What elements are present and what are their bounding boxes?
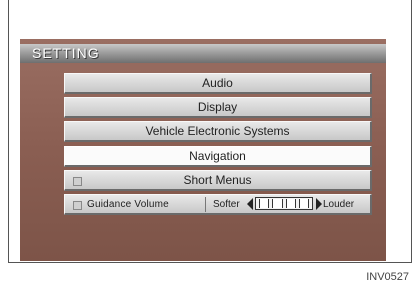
vehicle-electronic-systems-button[interactable]: Vehicle Electronic Systems (64, 121, 372, 142)
softer-label: Softer (213, 199, 240, 210)
short-menus-label: Short Menus (183, 173, 252, 187)
navigation-button[interactable]: Navigation (64, 146, 372, 167)
display-button[interactable]: Display (64, 97, 372, 118)
guidance-volume-row: Guidance Volume Softer Louder (64, 194, 372, 215)
title-bar: SETTING (20, 44, 386, 63)
divider (205, 197, 206, 212)
guidance-volume-label: Guidance Volume (87, 199, 169, 210)
volume-slider[interactable] (255, 197, 313, 210)
figure-caption: INV0527 (366, 271, 409, 283)
slider-segment (298, 199, 309, 208)
guidance-volume-checkbox[interactable] (73, 201, 82, 210)
volume-increase-arrow-icon[interactable] (316, 198, 322, 210)
screen-title: SETTING (32, 45, 100, 61)
short-menus-checkbox[interactable] (73, 177, 82, 186)
slider-segment (285, 199, 296, 208)
volume-decrease-arrow-icon[interactable] (247, 198, 253, 210)
louder-label: Louder (323, 199, 355, 210)
slider-segment (272, 199, 283, 208)
slider-segment (259, 199, 270, 208)
setting-screen: SETTING Audio Display Vehicle Electronic… (20, 39, 386, 261)
audio-button[interactable]: Audio (64, 73, 372, 94)
short-menus-button[interactable]: Short Menus (64, 170, 372, 191)
